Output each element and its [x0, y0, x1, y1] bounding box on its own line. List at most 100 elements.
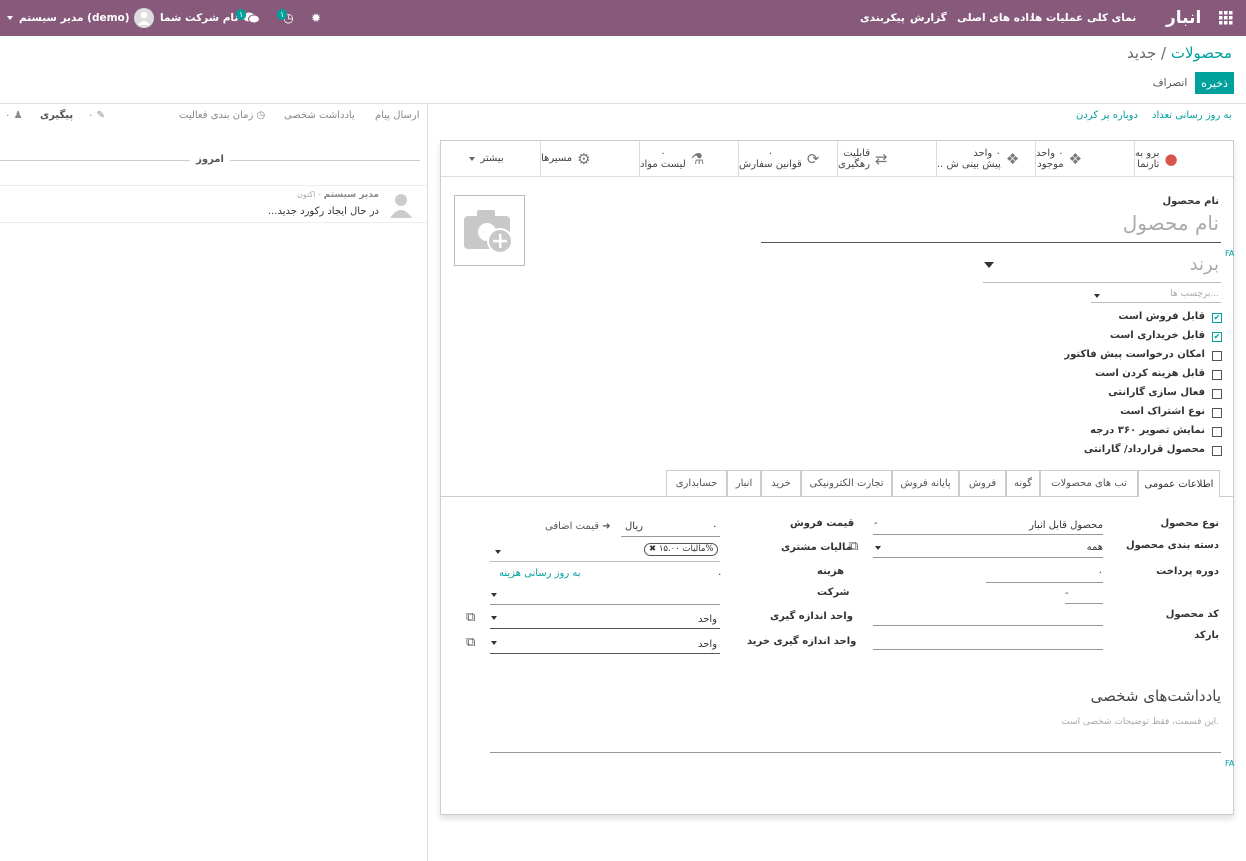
product-name-label: نام محصول — [1162, 196, 1219, 207]
flask-icon: ⚗ — [690, 149, 705, 168]
chevron-down-icon[interactable] — [491, 616, 497, 620]
extra-price-button[interactable]: قیمت اضافی ➜ — [545, 521, 611, 532]
attachments-button[interactable]: ۰ ✎ — [88, 110, 105, 121]
external-link-icon[interactable]: ⧉ — [466, 635, 475, 650]
chevron-down-icon[interactable] — [984, 262, 994, 268]
menu-master-data[interactable]: داده های اصلی — [957, 0, 1034, 36]
checkbox-option-label: نمایش تصویر ۳۶۰ درجه — [1090, 425, 1205, 436]
bom-count: ۰ — [660, 147, 666, 159]
message-time: - اکنون — [296, 190, 321, 199]
followers-button[interactable]: ۰ ♟ — [5, 110, 23, 121]
chevron-down-icon — [7, 16, 13, 20]
product-type-underline — [873, 534, 1103, 535]
tab-purchase[interactable]: خرید — [761, 470, 801, 496]
menu-reporting[interactable]: گزارش — [910, 0, 947, 36]
product-category-value[interactable]: همه — [1087, 542, 1103, 553]
checkbox-option-label: فعال سازی گارانتی — [1108, 387, 1205, 398]
save-button[interactable]: ذخیره — [1195, 72, 1234, 94]
on-hand-button[interactable]: ❖ ۰ واحد موجود — [1035, 141, 1134, 176]
reordering-rules-button[interactable]: ⟳ ۰ قوانین سفارش — [738, 141, 837, 176]
update-quantity-button[interactable]: به روز رسانی تعداد — [1152, 110, 1232, 121]
payment-period-label: دوره پرداخت — [1156, 566, 1219, 577]
payment-period-value[interactable]: ۰ — [1098, 567, 1103, 578]
checkbox-option[interactable] — [1212, 351, 1222, 361]
product-category-underline — [873, 557, 1103, 558]
product-type-value[interactable]: محصول قابل انبار — [1029, 520, 1103, 531]
remove-tag-icon[interactable]: ✖ — [649, 544, 656, 554]
product-type-label: نوع محصول — [1160, 518, 1219, 529]
more-button[interactable]: بیشتر — [441, 141, 540, 176]
brand-input[interactable]: برند — [1190, 254, 1219, 275]
tax-tag[interactable]: ✖ مالیات ۱۵.۰۰% — [644, 543, 719, 556]
tab-sales[interactable]: فروش — [959, 470, 1006, 496]
menu-overview[interactable]: نمای کلی — [1087, 0, 1136, 36]
tab-pos[interactable]: پایانه فروش — [892, 470, 959, 496]
chevron-down-icon[interactable] — [491, 641, 497, 645]
tab-general-info[interactable]: اطلاعات عمومی — [1138, 470, 1220, 497]
routes-label: مسیرها — [541, 153, 573, 164]
tab-product-tabs[interactable]: تب های محصولات — [1040, 470, 1138, 496]
internal-notes-input[interactable]: این قسمت، فقط توضیحات شخصی است. — [1061, 717, 1219, 727]
cost-value[interactable]: ۰ — [717, 569, 722, 580]
forecasted-button[interactable]: ❖ ۰ واحد پیش بینی ش .. — [936, 141, 1035, 176]
purchase-uom-underline — [490, 653, 720, 654]
chevron-down-icon[interactable] — [1094, 294, 1100, 298]
chatter-divider — [427, 103, 428, 861]
product-type-dash: - — [874, 518, 878, 529]
user-menu[interactable]: مدیر سیستم (demo) — [7, 0, 154, 36]
activity-menu[interactable]: ۱ ◷ — [277, 0, 294, 36]
discard-button[interactable]: انصراف — [1150, 72, 1190, 94]
uom-value[interactable]: واحد — [698, 614, 717, 625]
company-underline — [490, 604, 720, 605]
chevron-down-icon[interactable] — [495, 550, 501, 554]
purchase-uom-value[interactable]: واحد — [698, 639, 717, 650]
log-note-button[interactable]: یادداشت شخصی — [284, 110, 355, 121]
menu-operations[interactable]: عملیات ها — [1031, 0, 1083, 36]
forecasted-qty: ۰ واحد — [973, 147, 1001, 159]
apps-menu-icon[interactable] — [1219, 0, 1233, 36]
send-message-button[interactable]: ارسال پیام — [375, 110, 420, 121]
tab-accounting[interactable]: حسابداری — [666, 470, 727, 496]
app-name[interactable]: انبار — [1166, 0, 1201, 36]
lang-badge[interactable]: FA — [1225, 249, 1234, 258]
purchase-uom-label: واحد اندازه گیری خرید — [747, 636, 857, 647]
checkbox-option[interactable] — [1212, 389, 1222, 399]
chevron-down-icon[interactable] — [491, 593, 497, 597]
tab-variants[interactable]: گونه — [1006, 470, 1040, 496]
chevron-down-icon[interactable] — [875, 546, 881, 550]
checkbox-option[interactable] — [1212, 408, 1222, 418]
routes-button[interactable]: ⚙ مسیرها — [540, 141, 639, 176]
product-image[interactable] — [454, 195, 525, 266]
checkbox-option[interactable]: ✔ — [1212, 332, 1222, 342]
internal-notes-underline — [490, 752, 1221, 753]
message-author[interactable]: مدیر سیستم — [324, 190, 379, 200]
bom-button[interactable]: ⚗ ۰ لیست مواد — [639, 141, 738, 176]
tags-input[interactable]: برچسب ها... — [1170, 289, 1219, 299]
external-link-icon[interactable]: ⧉ — [466, 610, 475, 625]
update-cost-button[interactable]: به روز رسانی هزینه — [499, 568, 581, 579]
tab-ecommerce[interactable]: تجارت الکترونیکی — [801, 470, 892, 496]
menu-configuration[interactable]: پیکربندی — [860, 0, 905, 36]
checkbox-option[interactable] — [1212, 370, 1222, 380]
messaging-menu[interactable]: ۱ — [236, 0, 261, 36]
replenish-button[interactable]: دوباره پر کردن — [1076, 110, 1138, 121]
on-hand-label: موجود — [1037, 158, 1064, 170]
checkbox-option[interactable] — [1212, 446, 1222, 456]
sale-price-value[interactable]: ۰ — [712, 521, 717, 532]
company-dash[interactable]: - — [1065, 588, 1069, 599]
traceability-button[interactable]: ⇄ قابلیت رهگیری — [837, 141, 936, 176]
product-name-input[interactable]: نام محصول — [1123, 211, 1219, 235]
checkbox-option[interactable] — [1212, 427, 1222, 437]
clock-icon: ◷ — [256, 110, 266, 121]
breadcrumb-parent[interactable]: محصولات — [1171, 44, 1232, 62]
paperclip-icon: ✎ — [96, 110, 105, 121]
company-switcher[interactable]: نام شرکت شما — [148, 0, 238, 36]
schedule-activity-button[interactable]: زمان بندی فعالیت ◷ — [179, 110, 265, 121]
tags-underline — [1091, 302, 1221, 303]
checkbox-option[interactable]: ✔ — [1212, 313, 1222, 323]
tab-inventory[interactable]: انبار — [727, 470, 761, 496]
bug-icon[interactable]: ✹ — [311, 0, 321, 36]
website-button[interactable]: ● برو به تارنما — [1134, 141, 1233, 176]
notes-lang-badge[interactable]: FA — [1225, 759, 1234, 768]
follow-button[interactable]: پیگیری — [40, 110, 73, 121]
